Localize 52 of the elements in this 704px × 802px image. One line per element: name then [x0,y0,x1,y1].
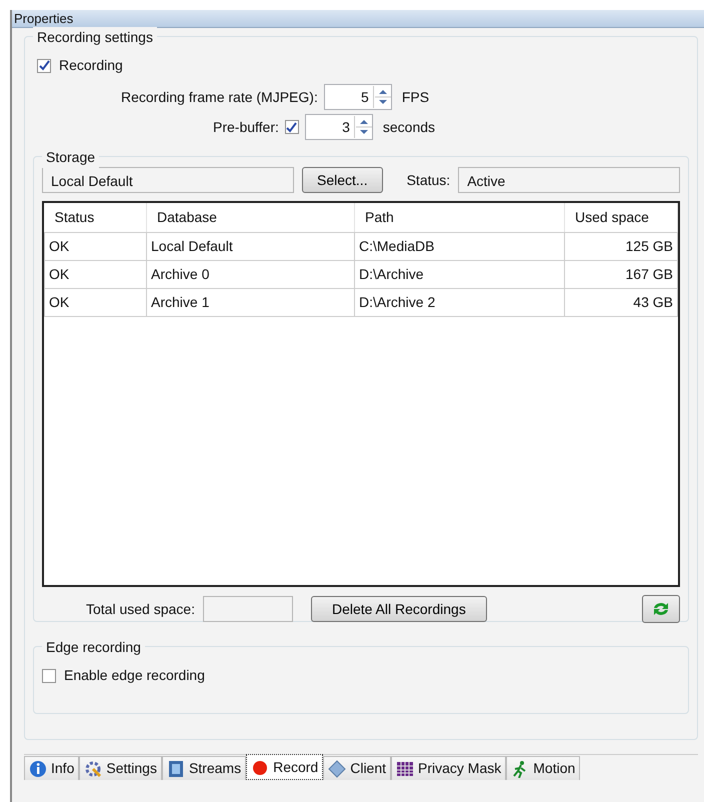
spin-arrows-icon[interactable] [372,86,391,108]
table-cell: Archive 0 [146,260,354,288]
table-cell: OK [44,288,146,316]
refresh-button[interactable] [642,595,680,623]
refresh-icon [651,600,671,618]
tab[interactable]: Motion [506,756,580,780]
table-cell: 43 GB [564,288,678,316]
edge-recording-checkbox[interactable] [42,668,56,682]
recording-checkbox[interactable] [37,58,51,72]
status-label: Status: [406,170,450,190]
gear-icon [84,760,102,778]
info-icon [29,760,47,778]
pre-buffer-checkbox[interactable] [284,120,299,134]
storage-field[interactable]: Local Default [42,167,294,193]
spin-arrows-icon[interactable] [354,116,372,138]
table-cell: C:\MediaDB [354,232,564,260]
field-label: Total used space: [86,600,195,619]
tab[interactable]: Client [323,756,392,780]
checkbox-label: Recording [59,56,123,75]
checkbox-label: Enable edge recording [64,666,205,685]
column-header[interactable]: Database [146,203,354,232]
status-field: Active [458,167,680,193]
unit-label: FPS [402,88,430,106]
column-header[interactable]: Used space [564,203,678,232]
group-title: Recording settings [33,27,157,48]
tab[interactable]: Streams [162,756,246,780]
table-cell: 125 GB [564,232,678,260]
grid-icon [396,760,414,778]
field-label: Recording frame rate (MJPEG): [121,88,318,107]
table-cell: OK [44,232,146,260]
panel-title: Properties [12,10,704,28]
unit-label: seconds [382,118,436,136]
table-cell: Archive 1 [146,288,354,316]
table-cell: 167 GB [564,260,678,288]
tab[interactable]: Record [246,754,324,780]
record-icon [251,758,270,776]
pre-buffer-spinner[interactable]: 3 [304,114,373,140]
field-label: Pre-buffer: [213,118,279,136]
frame-rate-spinner[interactable]: 5 [324,84,392,110]
column-header[interactable]: Path [354,203,564,232]
delete-button[interactable]: Delete All Recordings [310,596,487,622]
table-cell: D:\Archive 2 [354,288,564,316]
diamond-icon [328,760,346,778]
column-header[interactable]: Status [44,203,146,232]
table-cell: D:\Archive [354,260,564,288]
film-icon [166,760,185,778]
tab[interactable]: Info [24,756,80,780]
tab[interactable]: Settings [79,756,162,780]
tab[interactable]: Privacy Mask [391,756,506,780]
table-cell: OK [44,260,146,288]
table-cell: Local Default [146,232,354,260]
select-button[interactable]: Select... [302,167,383,193]
